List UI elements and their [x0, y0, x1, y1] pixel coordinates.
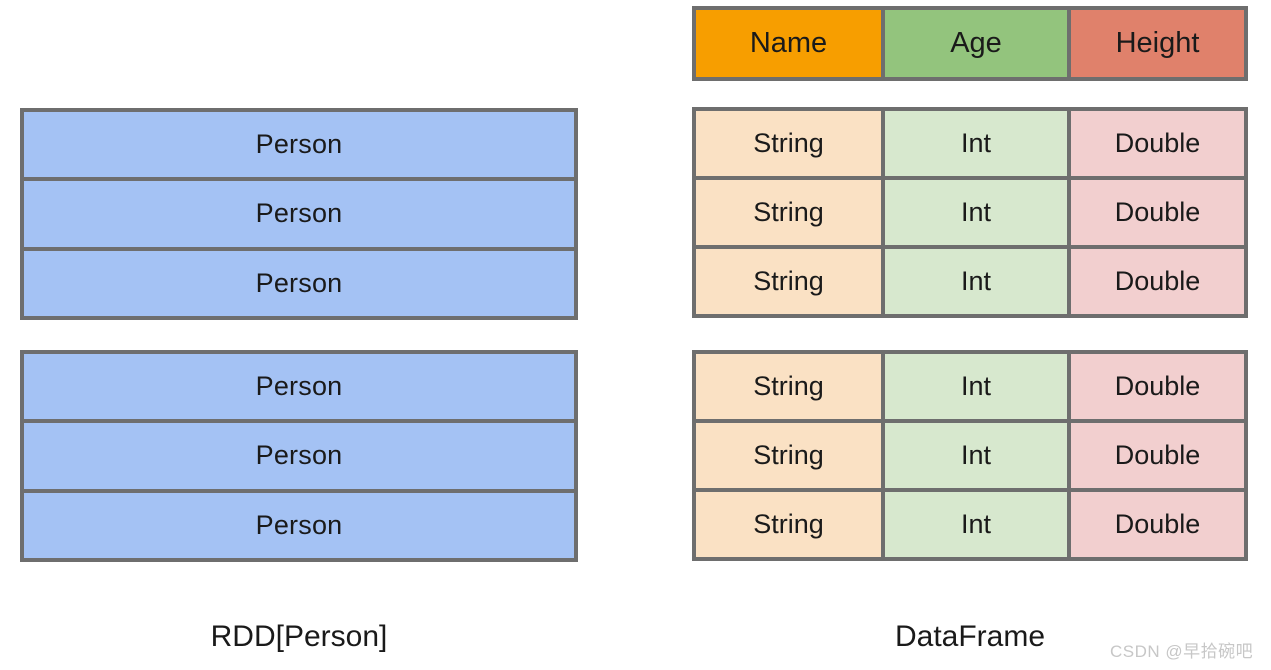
column-header-name: Name	[696, 10, 881, 77]
schema-header-row: Name Age Height	[696, 10, 1244, 77]
dataframe-cell-label: Double	[1114, 128, 1201, 158]
dataframe-cell-name: String	[696, 423, 881, 488]
dataframe-partition-2: String Int Double String Int Double Stri…	[692, 350, 1248, 561]
column-header-label: Name	[749, 27, 828, 59]
dataframe-cell-label: Double	[1114, 266, 1201, 296]
dataframe-cell-name: String	[696, 492, 881, 557]
rdd-record-label: Person	[255, 440, 343, 471]
dataframe-row: String Int Double	[696, 111, 1244, 176]
rdd-record: Person	[24, 488, 574, 558]
dataframe-cell-label: Double	[1114, 371, 1201, 401]
diagram-canvas: Person Person Person Person Person Perso…	[0, 0, 1271, 670]
dataframe-cell-height: Double	[1067, 249, 1244, 314]
dataframe-cell-label: String	[753, 371, 824, 401]
dataframe-cell-name: String	[696, 249, 881, 314]
dataframe-cell-name: String	[696, 111, 881, 176]
dataframe-cell-age: Int	[881, 492, 1067, 557]
dataframe-cell-height: Double	[1067, 423, 1244, 488]
dataframe-cell-label: String	[753, 440, 824, 470]
dataframe-cell-label: Int	[960, 197, 992, 227]
rdd-record: Person	[24, 246, 574, 316]
watermark: CSDN @早拾碗吧	[1110, 642, 1254, 661]
dataframe-cell-age: Int	[881, 111, 1067, 176]
dataframe-row: String Int Double	[696, 419, 1244, 488]
dataframe-cell-name: String	[696, 180, 881, 245]
dataframe-cell-label: Int	[960, 371, 992, 401]
rdd-record-label: Person	[255, 509, 343, 540]
dataframe-cell-name: String	[696, 354, 881, 419]
dataframe-cell-height: Double	[1067, 180, 1244, 245]
column-header-age: Age	[881, 10, 1067, 77]
dataframe-cell-label: Double	[1114, 509, 1201, 539]
dataframe-row: String Int Double	[696, 488, 1244, 557]
column-header-label: Height	[1115, 27, 1200, 59]
rdd-caption: RDD[Person]	[210, 620, 388, 653]
dataframe-partition-1: String Int Double String Int Double Stri…	[692, 107, 1248, 318]
dataframe-cell-label: Int	[960, 266, 992, 296]
column-header-label: Age	[950, 27, 1002, 59]
dataframe-cell-height: Double	[1067, 111, 1244, 176]
dataframe-cell-label: String	[753, 197, 824, 227]
rdd-record: Person	[24, 112, 574, 178]
dataframe-cell-label: Int	[960, 128, 992, 158]
dataframe-row: String Int Double	[696, 245, 1244, 314]
dataframe-cell-age: Int	[881, 423, 1067, 488]
dataframe-cell-label: Int	[960, 509, 992, 539]
column-header-height: Height	[1067, 10, 1244, 77]
rdd-partition-1: Person Person Person	[20, 108, 578, 320]
dataframe-cell-label: String	[753, 509, 824, 539]
rdd-partition-2: Person Person Person	[20, 350, 578, 562]
rdd-record-label: Person	[255, 198, 343, 229]
rdd-record-label: Person	[255, 267, 343, 298]
dataframe-cell-height: Double	[1067, 354, 1244, 419]
rdd-record-label: Person	[255, 371, 343, 402]
dataframe-row: String Int Double	[696, 176, 1244, 245]
rdd-record: Person	[24, 419, 574, 489]
dataframe-schema-header: Name Age Height	[692, 6, 1248, 81]
dataframe-cell-label: Int	[960, 440, 992, 470]
rdd-record: Person	[24, 177, 574, 247]
dataframe-cell-label: String	[753, 266, 824, 296]
dataframe-cell-label: Double	[1114, 440, 1201, 470]
rdd-record-label: Person	[255, 129, 343, 160]
dataframe-cell-label: Double	[1114, 197, 1201, 227]
dataframe-cell-label: String	[753, 128, 824, 158]
dataframe-cell-height: Double	[1067, 492, 1244, 557]
dataframe-cell-age: Int	[881, 249, 1067, 314]
rdd-record: Person	[24, 354, 574, 420]
dataframe-cell-age: Int	[881, 354, 1067, 419]
dataframe-cell-age: Int	[881, 180, 1067, 245]
dataframe-row: String Int Double	[696, 354, 1244, 419]
